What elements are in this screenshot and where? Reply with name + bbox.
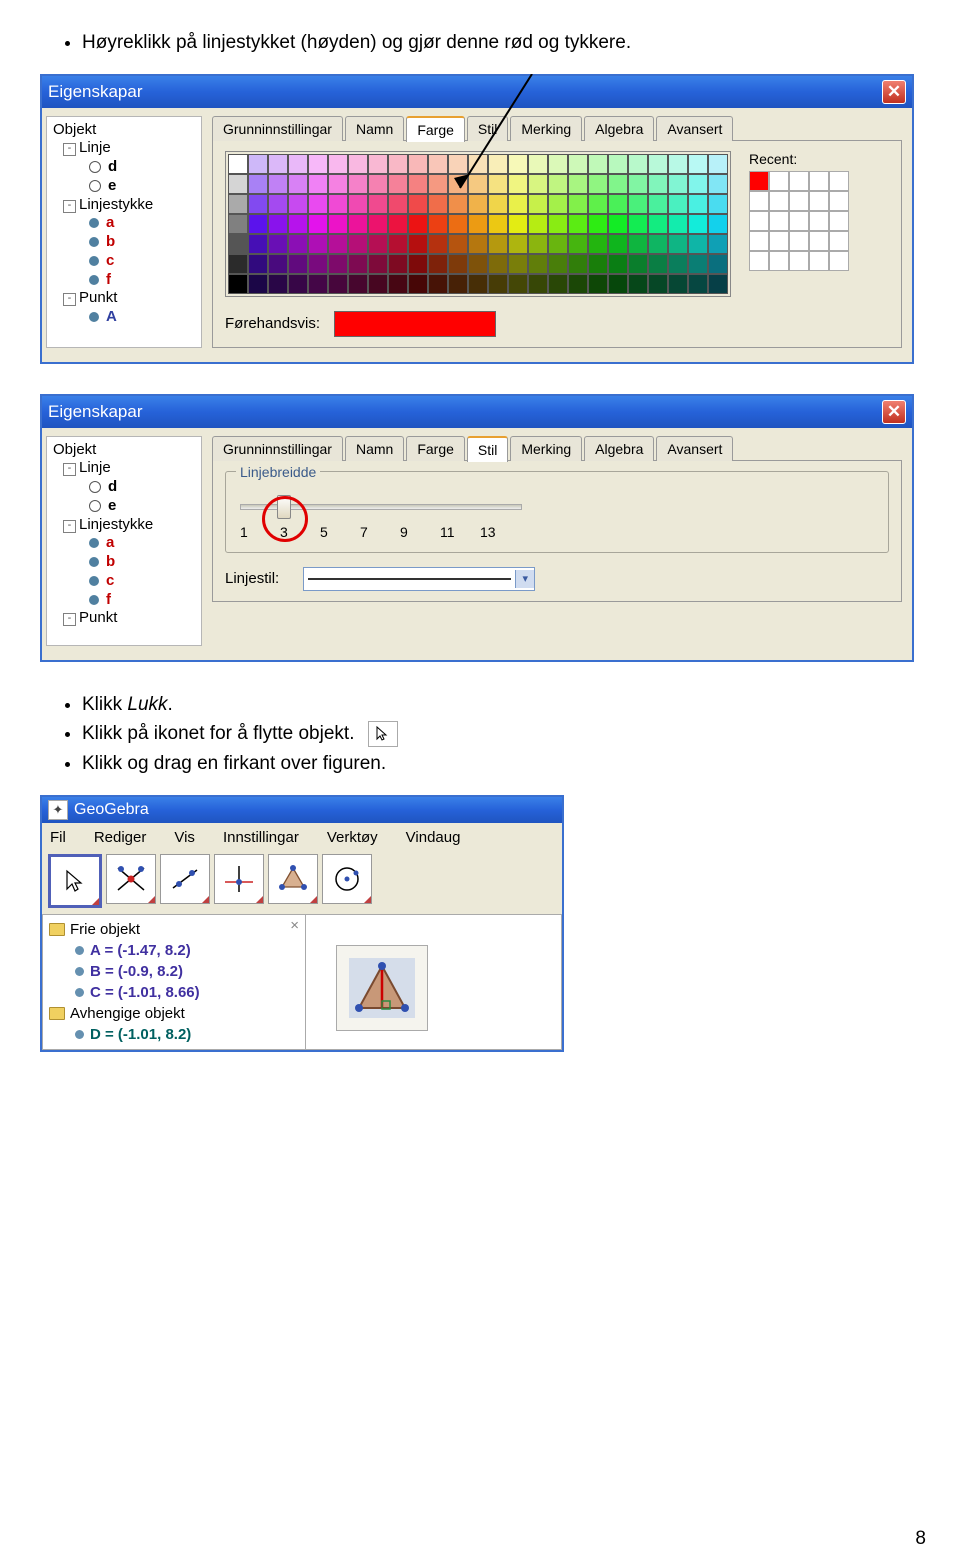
color-picker[interactable] [225, 151, 731, 297]
recent-label: Recent: [749, 151, 849, 167]
tab-farge[interactable]: Farge [406, 116, 465, 142]
properties-dialog-farge: Eigenskapar ✕ Objekt -Linje d e -Linjest… [40, 74, 914, 364]
app-title: GeoGebra [74, 801, 149, 819]
bullet-flytte-objekt: Klikk på ikonet for å flytte objekt. [82, 721, 920, 747]
close-icon[interactable]: ✕ [882, 80, 906, 104]
close-icon[interactable]: × [290, 917, 299, 934]
obj-D[interactable]: D = (-1.01, 8.2) [90, 1026, 191, 1043]
tab-algebra[interactable]: Algebra [584, 436, 654, 461]
bullet-klikk-lukk: Klikk Lukk. [82, 692, 920, 718]
bullet-drag-firkant: Klikk og drag en firkant over figuren. [82, 751, 920, 777]
tree-item-f[interactable]: f [49, 271, 199, 290]
tree-item-b[interactable]: b [49, 233, 199, 252]
line-tool-button[interactable] [160, 854, 210, 904]
tab-namn[interactable]: Namn [345, 116, 404, 141]
menu-vindaug[interactable]: Vindaug [400, 827, 467, 848]
tab-merking[interactable]: Merking [510, 436, 582, 461]
tree-linjestykke[interactable]: -Linjestykke [49, 196, 199, 215]
linewidth-group: Linjebreidde 1 3 5 7 9 11 [225, 471, 889, 553]
tree-item-d[interactable]: d [49, 158, 199, 177]
algebra-view[interactable]: × Frie objekt A = (-1.47, 8.2) B = (-0.9… [42, 914, 306, 1050]
tab-algebra[interactable]: Algebra [584, 116, 654, 141]
tab-farge[interactable]: Farge [406, 436, 465, 461]
menu-rediger[interactable]: Rediger [88, 827, 153, 848]
point-tool-button[interactable] [106, 854, 156, 904]
tabs: Grunninnstillingar Namn Farge Stil Merki… [212, 116, 902, 141]
tab-grunninnstillingar[interactable]: Grunninnstillingar [212, 436, 343, 461]
tree-item-a[interactable]: a [49, 534, 199, 553]
tree-item-a[interactable]: a [49, 214, 199, 233]
tree-punkt[interactable]: -Punkt [49, 609, 199, 628]
tree-item-b[interactable]: b [49, 553, 199, 572]
free-objects-folder[interactable]: Frie objekt [49, 919, 299, 940]
close-icon[interactable]: ✕ [882, 400, 906, 424]
dialog-title: Eigenskapar [48, 402, 143, 422]
move-tool-button[interactable] [48, 854, 102, 908]
selection-preview [336, 945, 428, 1031]
page-number: 8 [915, 1528, 926, 1550]
tab-avansert[interactable]: Avansert [656, 116, 733, 141]
tree-linje[interactable]: -Linje [49, 459, 199, 478]
tab-namn[interactable]: Namn [345, 436, 404, 461]
obj-B[interactable]: B = (-0.9, 8.2) [90, 963, 183, 980]
color-preview [334, 311, 496, 337]
tab-avansert[interactable]: Avansert [656, 436, 733, 461]
menu-bar[interactable]: Fil Rediger Vis Innstillingar Verktøy Vi… [42, 823, 562, 852]
circle-tool-button[interactable] [322, 854, 372, 904]
tab-merking[interactable]: Merking [510, 116, 582, 141]
menu-fil[interactable]: Fil [44, 827, 72, 848]
chevron-down-icon[interactable]: ▾ [515, 570, 534, 588]
titlebar: ✦ GeoGebra [42, 797, 562, 823]
tree-item-c[interactable]: c [49, 572, 199, 591]
tree-punkt[interactable]: -Punkt [49, 289, 199, 308]
tree-item-A[interactable]: A [49, 308, 199, 327]
recent-colors[interactable] [749, 171, 849, 271]
object-tree[interactable]: Objekt -Linje d e -Linjestykke a b c f -… [46, 116, 202, 348]
tree-item-e[interactable]: e [49, 177, 199, 196]
menu-vis[interactable]: Vis [168, 827, 201, 848]
tree-root: Objekt [49, 441, 199, 460]
toolbar [42, 852, 562, 914]
polygon-tool-button[interactable] [268, 854, 318, 904]
tab-stil[interactable]: Stil [467, 436, 508, 462]
tree-item-c[interactable]: c [49, 252, 199, 271]
tab-content-farge: Recent: Førehandsvis: [212, 140, 902, 348]
titlebar: Eigenskapar ✕ [42, 396, 912, 428]
tree-linje[interactable]: -Linje [49, 139, 199, 158]
perpline-tool-button[interactable] [214, 854, 264, 904]
linewidth-label: Linjebreidde [236, 464, 320, 480]
linjestil-label: Linjestil: [225, 570, 279, 587]
dependent-objects-folder[interactable]: Avhengige objekt [49, 1003, 299, 1024]
titlebar: Eigenskapar ✕ [42, 76, 912, 108]
linestyle-select[interactable]: ▾ [303, 567, 535, 591]
tree-item-e[interactable]: e [49, 497, 199, 516]
highlight-circle-icon [262, 496, 308, 542]
tabs: Grunninnstillingar Namn Farge Stil Merki… [212, 436, 902, 461]
tree-linjestykke[interactable]: -Linjestykke [49, 516, 199, 535]
tab-content-stil: Linjebreidde 1 3 5 7 9 11 [212, 460, 902, 602]
graphics-view[interactable] [306, 914, 562, 1050]
properties-dialog-stil: Eigenskapar ✕ Objekt -Linje d e -Linjest… [40, 394, 914, 662]
tab-grunninnstillingar[interactable]: Grunninnstillingar [212, 116, 343, 141]
move-cursor-icon [368, 721, 398, 747]
tree-root: Objekt [49, 121, 199, 140]
geogebra-window: ✦ GeoGebra Fil Rediger Vis Innstillingar… [40, 795, 564, 1052]
tree-item-d[interactable]: d [49, 478, 199, 497]
menu-verktoy[interactable]: Verktøy [321, 827, 384, 848]
obj-C[interactable]: C = (-1.01, 8.66) [90, 984, 200, 1001]
menu-innstillingar[interactable]: Innstillingar [217, 827, 305, 848]
tab-stil[interactable]: Stil [467, 116, 508, 141]
obj-A[interactable]: A = (-1.47, 8.2) [90, 942, 191, 959]
preview-label: Førehandsvis: [225, 315, 320, 332]
bullet-top: Høyreklikk på linjestykket (høyden) og g… [82, 30, 920, 56]
object-tree[interactable]: Objekt -Linje d e -Linjestykke a b c f -… [46, 436, 202, 646]
tree-item-f[interactable]: f [49, 591, 199, 610]
app-icon: ✦ [48, 800, 68, 820]
dialog-title: Eigenskapar [48, 82, 143, 102]
